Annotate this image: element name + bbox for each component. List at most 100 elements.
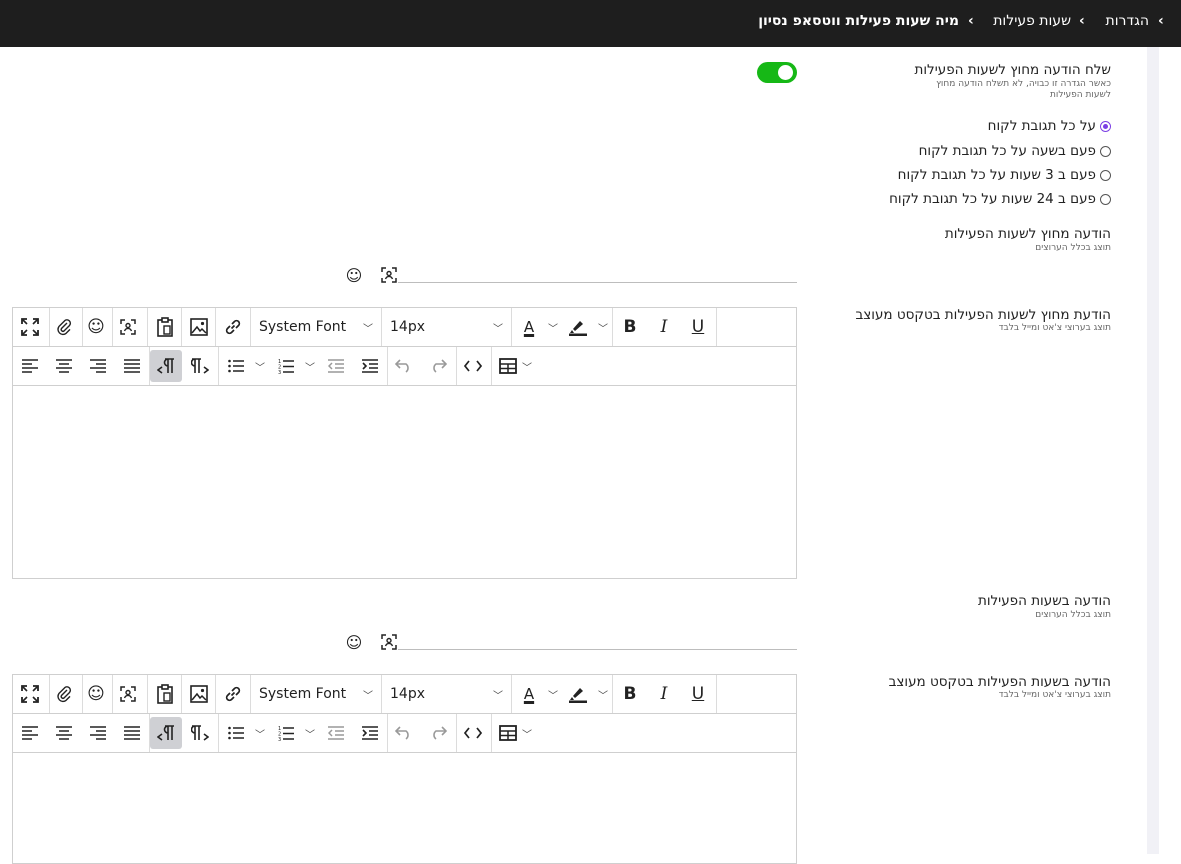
- indent-icon[interactable]: [354, 717, 386, 749]
- text-color-icon[interactable]: A: [513, 678, 545, 710]
- variable-icon[interactable]: [380, 267, 398, 285]
- in-hours-rich-sub: תוצג בערוצי צ'אט ומייל בלבד: [998, 690, 1111, 700]
- align-right-icon[interactable]: [82, 350, 114, 382]
- italic-button[interactable]: I: [648, 678, 680, 710]
- radio-button[interactable]: [1100, 193, 1111, 205]
- bullet-list-icon[interactable]: [220, 350, 252, 382]
- off-hours-message-input[interactable]: [398, 282, 797, 283]
- radio-option-hourly[interactable]: פעם בשעה על כל תגובת לקוח: [919, 142, 1111, 160]
- chevron-down-icon[interactable]: ﹀: [305, 350, 315, 382]
- in-hours-rich-label: הודעה בשעות הפעילות בטקסט מעוצב: [888, 674, 1111, 690]
- link-icon[interactable]: [217, 678, 249, 710]
- redo-icon[interactable]: [422, 350, 454, 382]
- source-code-icon[interactable]: [457, 350, 489, 382]
- numbered-list-icon[interactable]: 123: [270, 350, 302, 382]
- align-center-icon[interactable]: [48, 717, 80, 749]
- in-hours-message-input[interactable]: [398, 649, 797, 650]
- variable-icon[interactable]: [112, 311, 144, 343]
- chevron-down-icon[interactable]: ﹀: [363, 311, 373, 343]
- font-size-select[interactable]: 14px: [390, 678, 425, 710]
- radio-option-every-reply[interactable]: על כל תגובת לקוח: [988, 117, 1111, 135]
- align-left-icon[interactable]: [14, 350, 46, 382]
- radio-button[interactable]: [1100, 169, 1111, 181]
- editor-content-area[interactable]: [13, 386, 796, 578]
- link-icon[interactable]: [217, 311, 249, 343]
- text-color-icon[interactable]: A: [513, 311, 545, 343]
- undo-icon[interactable]: [388, 717, 420, 749]
- image-icon[interactable]: [183, 678, 215, 710]
- variable-icon[interactable]: [380, 634, 398, 652]
- radio-button[interactable]: [1100, 120, 1111, 132]
- chevron-down-icon[interactable]: ﹀: [305, 717, 315, 749]
- chevron-down-icon[interactable]: ﹀: [493, 678, 503, 710]
- toolbar-row-2: ﹀ 123 ﹀ ﹀: [13, 714, 796, 753]
- chevron-down-icon[interactable]: ﹀: [522, 717, 532, 749]
- in-hours-message-label: הודעה בשעות הפעילות: [977, 593, 1111, 609]
- highlight-icon[interactable]: [562, 678, 594, 710]
- chevron-down-icon[interactable]: ﹀: [363, 678, 373, 710]
- rtl-direction-icon[interactable]: [150, 717, 182, 749]
- undo-icon[interactable]: [388, 350, 420, 382]
- attachment-icon[interactable]: [48, 311, 80, 343]
- font-size-select[interactable]: 14px: [390, 311, 425, 343]
- outdent-icon[interactable]: [320, 717, 352, 749]
- paste-icon[interactable]: [149, 678, 181, 710]
- fullscreen-icon[interactable]: [14, 311, 46, 343]
- rtl-direction-icon[interactable]: [150, 350, 182, 382]
- align-justify-icon[interactable]: [116, 350, 148, 382]
- variable-icon[interactable]: [112, 678, 144, 710]
- off-hours-toggle[interactable]: [757, 62, 797, 83]
- font-family-select[interactable]: System Font: [259, 678, 346, 710]
- chevron-down-icon[interactable]: ﹀: [598, 678, 608, 710]
- svg-text:3: 3: [278, 737, 281, 741]
- chevron-down-icon[interactable]: ﹀: [548, 678, 558, 710]
- radio-label: פעם ב 3 שעות על כל תגובת לקוח: [897, 167, 1096, 183]
- align-right-icon[interactable]: [82, 717, 114, 749]
- numbered-list-icon[interactable]: 123: [270, 717, 302, 749]
- emoji-icon[interactable]: ☺: [80, 678, 112, 710]
- editor-content-area[interactable]: [13, 753, 796, 863]
- emoji-icon[interactable]: ☺: [345, 267, 363, 285]
- ltr-direction-icon[interactable]: [184, 717, 216, 749]
- radio-button[interactable]: [1100, 145, 1111, 157]
- align-center-icon[interactable]: [48, 350, 80, 382]
- table-icon[interactable]: [492, 717, 524, 749]
- underline-button[interactable]: U: [682, 311, 714, 343]
- radio-label: על כל תגובת לקוח: [987, 118, 1096, 134]
- chevron-left-icon[interactable]: ‹: [1158, 13, 1164, 29]
- chevron-down-icon[interactable]: ﹀: [548, 311, 558, 343]
- scrollbar-track[interactable]: [1147, 47, 1159, 854]
- highlight-icon[interactable]: [562, 311, 594, 343]
- image-icon[interactable]: [183, 311, 215, 343]
- chevron-down-icon[interactable]: ﹀: [255, 350, 265, 382]
- chevron-down-icon[interactable]: ﹀: [255, 717, 265, 749]
- align-justify-icon[interactable]: [116, 717, 148, 749]
- chevron-down-icon[interactable]: ﹀: [598, 311, 608, 343]
- source-code-icon[interactable]: [457, 717, 489, 749]
- redo-icon[interactable]: [422, 717, 454, 749]
- radio-option-24-hours[interactable]: פעם ב 24 שעות על כל תגובת לקוח: [889, 190, 1111, 208]
- font-family-select[interactable]: System Font: [259, 311, 346, 343]
- bold-button[interactable]: B: [614, 678, 646, 710]
- chevron-down-icon[interactable]: ﹀: [522, 350, 532, 382]
- breadcrumb-settings[interactable]: הגדרות: [1106, 13, 1149, 29]
- radio-option-3-hours[interactable]: פעם ב 3 שעות על כל תגובת לקוח: [898, 166, 1111, 184]
- emoji-icon[interactable]: ☺: [345, 634, 363, 652]
- outdent-icon[interactable]: [320, 350, 352, 382]
- fullscreen-icon[interactable]: [14, 678, 46, 710]
- bullet-list-icon[interactable]: [220, 717, 252, 749]
- underline-button[interactable]: U: [682, 678, 714, 710]
- bold-button[interactable]: B: [614, 311, 646, 343]
- breadcrumb-business-hours[interactable]: שעות פעילות: [993, 13, 1071, 29]
- attachment-icon[interactable]: [48, 678, 80, 710]
- indent-icon[interactable]: [354, 350, 386, 382]
- emoji-icon[interactable]: ☺: [80, 311, 112, 343]
- align-left-icon[interactable]: [14, 717, 46, 749]
- table-icon[interactable]: [492, 350, 524, 382]
- chevron-down-icon[interactable]: ﹀: [493, 311, 503, 343]
- ltr-direction-icon[interactable]: [184, 350, 216, 382]
- italic-button[interactable]: I: [648, 311, 680, 343]
- radio-label: פעם בשעה על כל תגובת לקוח: [918, 143, 1096, 159]
- toolbar-row-1: ☺ System Font ﹀ 14px ﹀ A ﹀ ﹀ B I U: [13, 675, 796, 714]
- paste-icon[interactable]: [149, 311, 181, 343]
